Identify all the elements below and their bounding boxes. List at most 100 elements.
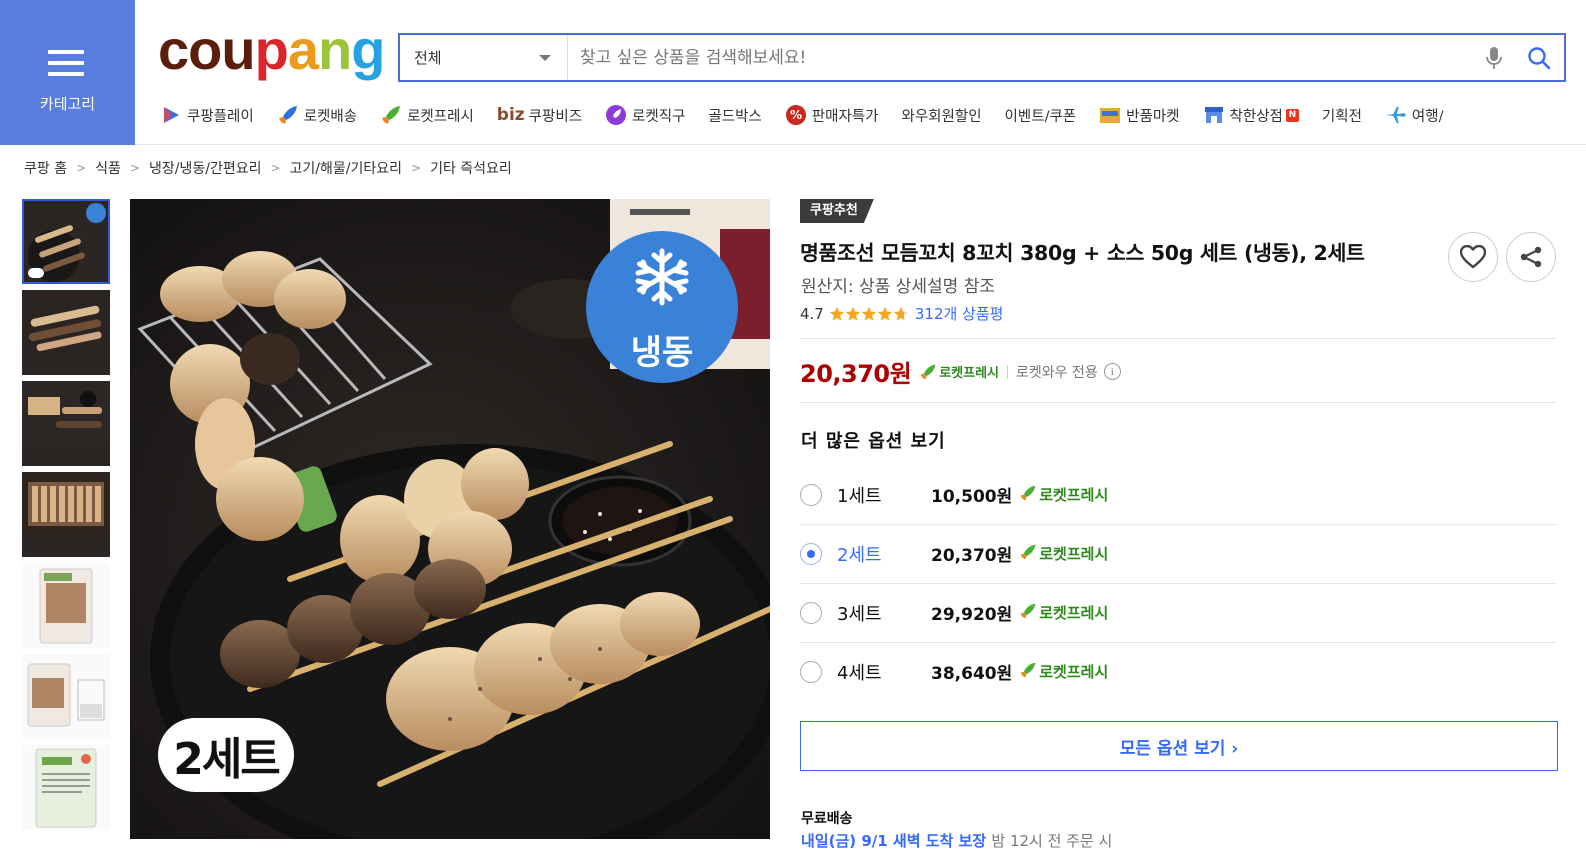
option-price: 10,500원 bbox=[931, 487, 1013, 507]
price-row: 20,370원 로켓프레시 로켓와우 전용 i bbox=[800, 354, 1121, 389]
product-price: 20,370원 bbox=[800, 360, 912, 388]
rocket-fresh-tag: 로켓프레시 bbox=[1019, 661, 1108, 683]
option-label: 1세트 bbox=[837, 485, 882, 507]
option-row[interactable]: 3세트 29,920원 로켓프레시 bbox=[800, 583, 1556, 642]
rocket-fresh-tag: 로켓프레시 bbox=[1019, 602, 1108, 624]
chevron-right-icon: > bbox=[129, 161, 140, 175]
option-radio[interactable] bbox=[800, 660, 822, 683]
nav-item-rocket-global[interactable]: 로켓직구 bbox=[605, 104, 685, 126]
search-bar: 전체 bbox=[398, 33, 1566, 82]
airplane-icon bbox=[1385, 104, 1407, 126]
nav-item-coupang-play[interactable]: 쿠팡플레이 bbox=[160, 104, 254, 126]
star-icon bbox=[877, 306, 893, 321]
share-icon bbox=[1520, 246, 1542, 268]
nav-item-promotions[interactable]: 기획전 bbox=[1322, 105, 1362, 126]
rocket-green-icon bbox=[380, 104, 402, 126]
thumbnail-4[interactable] bbox=[22, 472, 110, 557]
breadcrumb-item[interactable]: 기타 즉석요리 bbox=[430, 158, 512, 178]
top-nav: 쿠팡플레이 로켓배송 로켓프레시 biz 쿠팡비즈 로켓직구 골드박스 % 판매… bbox=[160, 100, 1467, 130]
rocket-green-icon bbox=[1019, 602, 1037, 624]
delivery-condition: 밤 12시 전 주문 시 bbox=[991, 832, 1113, 849]
percent-badge-icon: % bbox=[785, 104, 807, 126]
heart-icon bbox=[1460, 245, 1486, 269]
rating-score: 4.7 bbox=[800, 304, 824, 323]
thumbnail-7[interactable] bbox=[22, 745, 110, 830]
search-input[interactable] bbox=[568, 35, 1474, 80]
option-radio[interactable] bbox=[800, 542, 822, 565]
thumbnail-1[interactable] bbox=[22, 199, 110, 284]
breadcrumb-item[interactable]: 식품 bbox=[95, 158, 121, 178]
rating-row: 4.7 312개 상품평 bbox=[800, 303, 1003, 324]
option-row[interactable]: 4세트 38,640원 로켓프레시 bbox=[800, 642, 1556, 701]
frozen-label: 냉동 bbox=[630, 333, 694, 373]
coupang-logo[interactable]: coupang bbox=[158, 22, 385, 78]
search-icon[interactable] bbox=[1514, 35, 1564, 80]
option-price: 20,370원 bbox=[931, 546, 1013, 566]
rocket-green-icon bbox=[1019, 661, 1037, 683]
microphone-icon[interactable] bbox=[1474, 35, 1514, 80]
rocket-blue-icon bbox=[277, 104, 299, 126]
wow-only-label: 로켓와우 전용 bbox=[1016, 364, 1098, 381]
thumbnail-2[interactable] bbox=[22, 290, 110, 375]
breadcrumb-item[interactable]: 냉장/냉동/간편요리 bbox=[149, 158, 261, 178]
option-label: 3세트 bbox=[837, 603, 882, 625]
rocket-green-icon bbox=[1019, 484, 1037, 506]
thumbnail-6[interactable] bbox=[22, 654, 110, 739]
delivery-info: 내일(금) 9/1 새벽 도착 보장 밤 12시 전 주문 시 bbox=[801, 830, 1112, 849]
snowflake-icon bbox=[635, 248, 689, 306]
chevron-right-icon: > bbox=[270, 161, 281, 175]
option-row[interactable]: 1세트 10,500원 로켓프레시 bbox=[800, 465, 1556, 524]
free-shipping-label: 무료배송 bbox=[801, 811, 853, 827]
nav-item-travel[interactable]: 여행/ bbox=[1385, 104, 1444, 126]
nav-item-seller-deals[interactable]: % 판매자특가 bbox=[785, 104, 879, 126]
category-menu-button[interactable]: 카테고리 bbox=[0, 0, 135, 145]
frozen-badge: 냉동 bbox=[586, 231, 738, 383]
rating-stars bbox=[829, 306, 909, 322]
search-scope-select[interactable]: 전체 bbox=[400, 35, 568, 80]
coupang-recommend-badge: 쿠팡추천 bbox=[800, 199, 874, 223]
nav-item-rocket-delivery[interactable]: 로켓배송 bbox=[277, 104, 357, 126]
store-icon bbox=[1203, 104, 1225, 126]
nav-item-good-store[interactable]: 착한상점 N bbox=[1203, 104, 1299, 126]
star-icon bbox=[861, 306, 877, 321]
star-icon bbox=[893, 306, 909, 321]
new-badge: N bbox=[1285, 108, 1299, 122]
option-radio[interactable] bbox=[800, 483, 822, 506]
thumbnail-5[interactable] bbox=[22, 563, 110, 648]
reviews-link[interactable]: 312개 상품평 bbox=[915, 303, 1004, 324]
info-icon[interactable]: i bbox=[1103, 363, 1121, 380]
option-label: 4세트 bbox=[837, 662, 882, 684]
hamburger-icon bbox=[48, 50, 84, 76]
thumbnail-3[interactable] bbox=[22, 381, 110, 466]
nav-item-wow-discount[interactable]: 와우회원할인 bbox=[902, 105, 982, 126]
chevron-down-icon bbox=[539, 55, 551, 61]
breadcrumb-item[interactable]: 쿠팡 홈 bbox=[24, 158, 67, 178]
more-options-title: 더 많은 옵션 보기 bbox=[801, 431, 946, 452]
box-icon bbox=[1099, 104, 1121, 126]
play-icon bbox=[160, 104, 182, 126]
share-button[interactable] bbox=[1506, 232, 1556, 282]
nav-item-return-market[interactable]: 반품마켓 bbox=[1099, 104, 1180, 126]
chevron-right-icon: > bbox=[76, 161, 87, 175]
nav-item-rocket-fresh[interactable]: 로켓프레시 bbox=[380, 104, 474, 126]
nav-item-events-coupons[interactable]: 이벤트/쿠폰 bbox=[1005, 105, 1077, 126]
option-radio[interactable] bbox=[800, 601, 822, 624]
divider bbox=[800, 338, 1556, 339]
option-price: 38,640원 bbox=[931, 664, 1013, 684]
breadcrumb-item[interactable]: 고기/해물/기타요리 bbox=[290, 158, 402, 178]
option-price: 29,920원 bbox=[931, 605, 1013, 625]
nav-item-coupang-biz[interactable]: biz 쿠팡비즈 bbox=[497, 105, 582, 126]
option-row[interactable]: 2세트 20,370원 로켓프레시 bbox=[800, 524, 1556, 583]
star-icon bbox=[845, 306, 861, 321]
search-scope-value: 전체 bbox=[414, 49, 442, 67]
rocket-purple-icon bbox=[605, 104, 627, 126]
sets-badge: 2세트 bbox=[158, 718, 294, 792]
divider bbox=[800, 402, 1556, 403]
rocket-fresh-tag: 로켓프레시 bbox=[1019, 543, 1108, 565]
nav-item-goldbox[interactable]: 골드박스 bbox=[708, 105, 761, 126]
wishlist-button[interactable] bbox=[1448, 232, 1498, 282]
svg-text:%: % bbox=[790, 108, 802, 122]
all-options-button[interactable]: 모든 옵션 보기 › bbox=[800, 721, 1558, 771]
header-divider bbox=[135, 144, 1586, 145]
thumbnail-list bbox=[22, 199, 110, 836]
